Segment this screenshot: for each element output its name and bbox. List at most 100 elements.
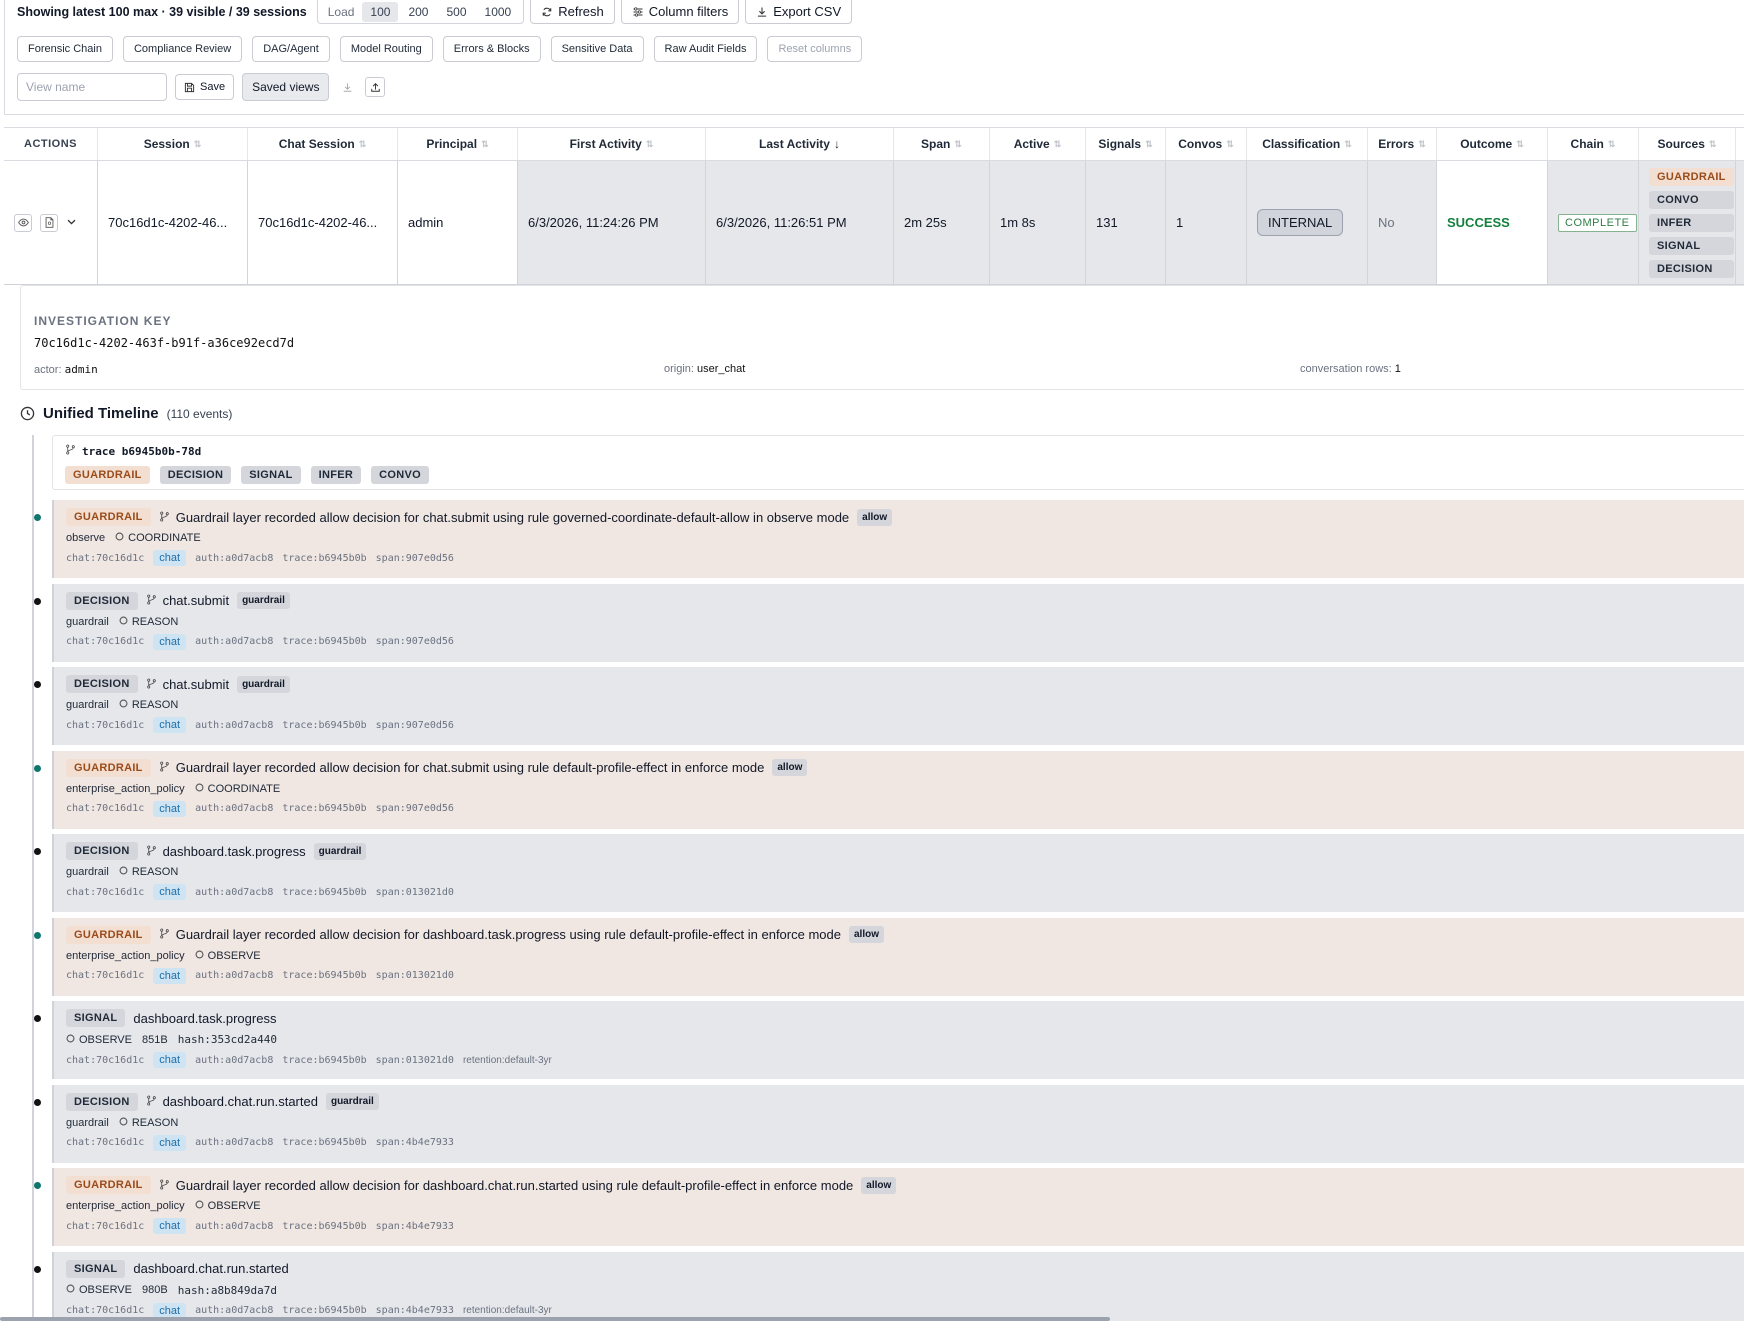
col-chat-session[interactable]: Chat Session ⇅ [248,128,398,160]
export-view-button[interactable] [365,77,386,97]
event-trace-id[interactable]: trace:b6945b0b [282,887,366,898]
timeline-event-decision[interactable]: DECISION dashboard.task.progress guardrail… [34,834,1744,912]
col-first-activity[interactable]: First Activity ⇅ [518,128,706,160]
col-signals[interactable]: Signals ⇅ [1086,128,1166,160]
event-span-id[interactable]: span:013021d0 [376,1055,454,1066]
load-option-100[interactable]: 100 [362,1,399,22]
saved-views-dropdown[interactable]: Saved views [242,73,330,101]
event-chat-id[interactable]: chat:70c16d1c [66,636,144,647]
timeline-event-guardrail[interactable]: GUARDRAIL Guardrail layer recorded allow … [34,917,1744,996]
preset-errors-blocks[interactable]: Errors & Blocks [442,36,541,62]
event-span-id[interactable]: span:4b4e7933 [376,1221,454,1232]
timeline-event-decision[interactable]: DECISION dashboard.chat.run.started guardr… [34,1084,1744,1163]
event-span-id[interactable]: span:013021d0 [376,887,454,898]
timeline-dot [34,1015,41,1022]
col-last-activity[interactable]: Last Activity ↓ [706,128,894,160]
table-row[interactable]: 70c16d1c-4202-46... 70c16d1c-4202-46... … [4,161,1744,285]
event-span-id[interactable]: span:013021d0 [376,970,454,981]
col-sources[interactable]: Sources ⇅ [1639,128,1736,160]
event-trace-id[interactable]: trace:b6945b0b [282,636,366,647]
event-chat-id[interactable]: chat:70c16d1c [66,720,144,731]
event-auth-id[interactable]: auth:a0d7acb8 [195,1221,273,1232]
timeline-event-guardrail[interactable]: GUARDRAIL Guardrail layer recorded allow … [34,750,1744,829]
event-chat-id[interactable]: chat:70c16d1c [66,1137,144,1148]
col-session[interactable]: Session ⇅ [98,128,248,160]
load-option-500[interactable]: 500 [438,2,474,22]
event-span-id[interactable]: span:907e0d56 [376,553,454,564]
event-chat-id[interactable]: chat:70c16d1c [66,1055,144,1066]
timeline-event-signal[interactable]: SIGNAL dashboard.task.progress OBSERVE 851B… [34,1001,1744,1079]
event-trace-id[interactable]: trace:b6945b0b [282,553,366,564]
view-name-input[interactable] [17,73,167,101]
cell-chat-session[interactable]: 70c16d1c-4202-46... [248,161,398,284]
event-trace-id[interactable]: trace:b6945b0b [282,720,366,731]
timeline-event-guardrail[interactable]: GUARDRAIL Guardrail layer recorded allow … [34,1168,1744,1246]
reset-columns-button[interactable]: Reset columns [767,36,863,62]
event-chat-id[interactable]: chat:70c16d1c [66,970,144,981]
load-option-200[interactable]: 200 [400,2,436,22]
col-active[interactable]: Active ⇅ [990,128,1086,160]
event-auth-id[interactable]: auth:a0d7acb8 [195,887,273,898]
preset-compliance-review[interactable]: Compliance Review [122,36,243,62]
save-view-button[interactable]: Save [175,74,235,100]
event-auth-id[interactable]: auth:a0d7acb8 [195,1055,273,1066]
load-option-1000[interactable]: 1000 [477,2,520,22]
timeline-event-guardrail[interactable]: GUARDRAIL Guardrail layer recorded allow … [34,500,1744,578]
preset-sensitive-data[interactable]: Sensitive Data [550,36,644,62]
event-chat-id[interactable]: chat:70c16d1c [66,1305,144,1316]
event-trace-id[interactable]: trace:b6945b0b [282,1137,366,1148]
event-span-id[interactable]: span:907e0d56 [376,636,454,647]
event-auth-id[interactable]: auth:a0d7acb8 [195,970,273,981]
event-chat-id[interactable]: chat:70c16d1c [66,887,144,898]
event-span-id[interactable]: span:907e0d56 [376,803,454,814]
timeline-dot [34,764,41,772]
event-kind-badge: SIGNAL [66,1009,126,1027]
event-auth-id[interactable]: auth:a0d7acb8 [195,636,273,647]
event-kind-badge: DECISION [66,842,138,860]
preset-forensic-chain[interactable]: Forensic Chain [17,36,113,62]
event-auth-id[interactable]: auth:a0d7acb8 [195,720,273,731]
chat-chip: chat [153,717,187,733]
load-label: Load [327,4,355,19]
event-trace-id[interactable]: trace:b6945b0b [282,1221,366,1232]
event-auth-id[interactable]: auth:a0d7acb8 [195,1305,273,1316]
view-button[interactable] [14,213,32,232]
import-view-button[interactable] [337,77,357,97]
report-button[interactable] [40,213,58,232]
timeline-event-decision[interactable]: DECISION chat.submit guardrail guardrail REA… [34,667,1744,745]
export-csv-button[interactable]: Export CSV [745,0,853,24]
event-trace-id[interactable]: trace:b6945b0b [282,1055,366,1066]
event-chat-id[interactable]: chat:70c16d1c [66,1221,144,1232]
col-principal[interactable]: Principal ⇅ [398,128,518,160]
event-trace-id[interactable]: trace:b6945b0b [282,1305,366,1316]
column-filters-button[interactable]: Column filters [620,0,740,24]
event-chat-id[interactable]: chat:70c16d1c [66,803,144,814]
branch-icon [159,927,170,942]
preset-raw-audit-fields[interactable]: Raw Audit Fields [653,36,758,62]
event-trace-id[interactable]: trace:b6945b0b [282,970,366,981]
col-convos[interactable]: Convos ⇅ [1166,128,1247,160]
col-chain[interactable]: Chain ⇅ [1548,128,1639,160]
sessions-table: ACTIONS Session ⇅ Chat Session ⇅ Principal… [4,127,1744,285]
expand-chevron-icon[interactable] [66,215,77,230]
col-classification[interactable]: Classification ⇅ [1247,128,1368,160]
event-span-id[interactable]: span:907e0d56 [376,720,454,731]
col-outcome[interactable]: Outcome ⇅ [1437,128,1548,160]
event-span-id[interactable]: span:4b4e7933 [376,1305,454,1316]
event-trace-id[interactable]: trace:b6945b0b [282,803,366,814]
event-span-id[interactable]: span:4b4e7933 [376,1137,454,1148]
preset-model-routing[interactable]: Model Routing [339,36,433,62]
event-auth-id[interactable]: auth:a0d7acb8 [195,1137,273,1148]
col-errors[interactable]: Errors ⇅ [1368,128,1437,160]
preset-dag-agent[interactable]: DAG/Agent [252,36,330,62]
event-auth-id[interactable]: auth:a0d7acb8 [195,553,273,564]
col-span[interactable]: Span ⇅ [894,128,990,160]
timeline-event-signal[interactable]: SIGNAL dashboard.chat.run.started OBSERVE 9… [34,1251,1744,1321]
event-auth-id[interactable]: auth:a0d7acb8 [195,803,273,814]
timeline-event-decision[interactable]: DECISION chat.submit guardrail guardrail REA… [34,583,1744,662]
event-chat-id[interactable]: chat:70c16d1c [66,553,144,564]
event-tag: allow [772,759,808,776]
refresh-button[interactable]: Refresh [530,0,615,24]
horizontal-scrollbar[interactable] [0,1317,1110,1321]
cell-session[interactable]: 70c16d1c-4202-46... [98,161,248,284]
